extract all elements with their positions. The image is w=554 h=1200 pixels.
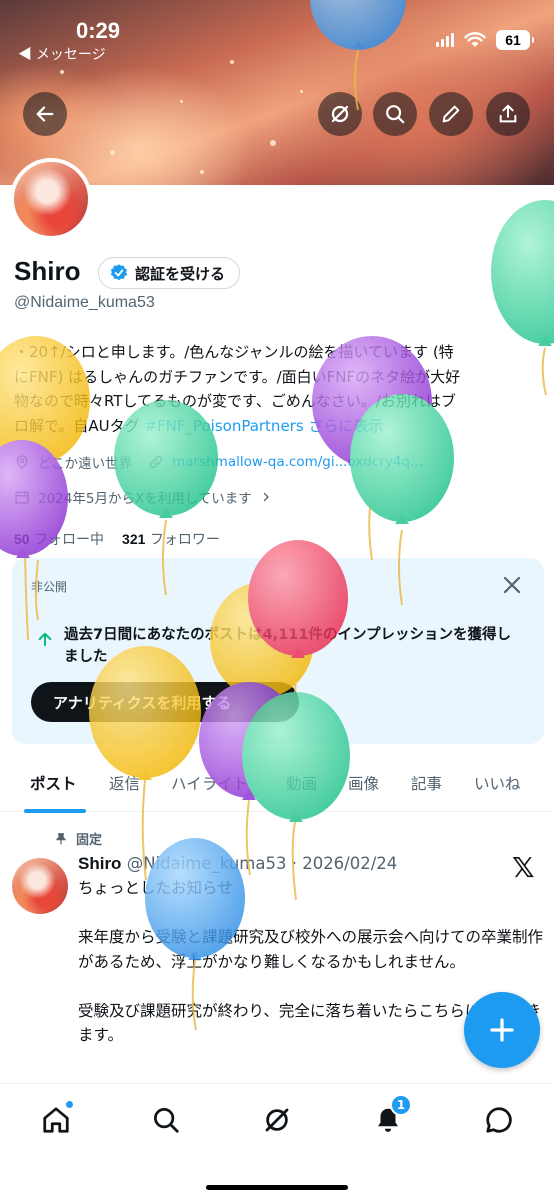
profile-website-link[interactable]: marshmallow-qa.com/gi...oxdcry4q... (172, 454, 423, 470)
verified-icon (110, 264, 128, 281)
tab-highlights[interactable]: ハイライト (171, 772, 248, 794)
bio-line: 物なので時々RTしてるものが変です、ごめんなさい。/お別れはブ (14, 392, 456, 410)
profile-tabs: ポスト 返信 ハイライト 動画 画像 記事 いいね (0, 758, 554, 813)
post-title: ちょっとしたお知らせ (78, 879, 233, 897)
tab-images[interactable]: 画像 (348, 772, 379, 794)
follow-stats: 50 フォロー中 321 フォロワー (14, 529, 220, 549)
post-handle-date: @Nidaime_kuma53 · 2026/02/24 (126, 854, 398, 873)
cellular-signal-icon (436, 33, 454, 47)
search-button[interactable] (373, 92, 417, 136)
status-time: 0:29 (76, 18, 121, 43)
home-icon (43, 1107, 69, 1133)
following-count: 50 (14, 531, 30, 547)
profile-meta-row: どこか遠い世界 marshmallow-qa.com/gi...oxdcry4q… (14, 452, 423, 472)
share-button[interactable] (486, 92, 530, 136)
post-author-avatar[interactable] (12, 858, 68, 914)
bio-hashtag-link[interactable]: #FNF_PoisonPartners (144, 417, 303, 435)
get-verified-button[interactable]: 認証を受ける (98, 257, 241, 289)
nav-home[interactable] (36, 1100, 76, 1140)
bio-line: にFNF) はるしゃんのガチファンです。/面白いFNFのネタ絵が大好 (14, 367, 461, 386)
bio-line: ・20↑/シロと申します。/色んなジャンルの絵を描いています (特 (14, 343, 454, 361)
tab-likes[interactable]: いいね (474, 772, 521, 794)
location-icon (16, 455, 28, 470)
tab-videos[interactable]: 動画 (286, 772, 317, 794)
balloon (491, 200, 554, 344)
profile-joined-date: 2024年5月からXを利用しています (38, 491, 252, 507)
profile-location: どこか遠い世界 (38, 456, 133, 472)
back-arrow-icon (36, 106, 54, 122)
profile-bio: ・20↑/シロと申します。/色んなジャンルの絵を描いています (特 にFNF) … (14, 340, 544, 438)
search-icon (386, 105, 405, 124)
back-to-app-link[interactable]: ◀ メッセージ (18, 44, 106, 64)
post-paragraph: 来年度から受験と課題研究及び校外への展示会へ向けての卒業制作があるため、浮上がか… (78, 928, 544, 971)
nav-search[interactable] (146, 1100, 186, 1140)
pinned-label: 固定 (76, 833, 103, 848)
battery-indicator: 61 (496, 30, 534, 50)
active-tab-indicator (24, 809, 86, 813)
pinned-label-row: 固定 (54, 829, 102, 848)
use-analytics-button[interactable]: アナリティクスを利用する (31, 682, 299, 722)
chevron-right-icon (263, 492, 269, 502)
show-more-link[interactable]: さらに表示 (308, 417, 383, 435)
close-icon[interactable] (500, 573, 524, 597)
edit-icon (442, 105, 460, 123)
calendar-icon (15, 491, 29, 504)
compose-post-button[interactable] (464, 992, 540, 1068)
plus-icon (490, 1018, 514, 1042)
tab-articles[interactable]: 記事 (411, 772, 442, 794)
search-icon (154, 1108, 179, 1133)
nav-messages[interactable] (479, 1100, 519, 1140)
analytics-card: 非公開 過去7日間にあなたのポストは4,111件のインプレッションを獲得しました… (12, 558, 544, 744)
impressions-message: 過去7日間にあなたのポストは4,111件のインプレッションを獲得しました (64, 627, 512, 665)
followers-link[interactable]: 321 フォロワー (122, 529, 220, 549)
bio-line: ロ解で。自AUタグ (14, 416, 145, 435)
home-unread-dot (65, 1100, 74, 1109)
chat-icon (486, 1107, 512, 1133)
link-icon (149, 455, 163, 469)
post-author-name[interactable]: Shiro (78, 854, 121, 873)
private-label: 非公開 (31, 580, 68, 594)
grok-button[interactable] (318, 92, 362, 136)
pin-icon (56, 832, 66, 844)
grok-icon (331, 105, 349, 123)
nav-grok[interactable] (257, 1100, 297, 1140)
post-header: Shiro @Nidaime_kuma53 · 2026/02/24 (78, 854, 397, 874)
grok-icon (265, 1108, 289, 1132)
display-name: Shiro (14, 256, 81, 286)
status-indicators: 61 (436, 30, 534, 50)
bottom-navigation: 1 (0, 1083, 554, 1200)
tab-posts[interactable]: ポスト (30, 772, 77, 794)
arrow-up-icon (38, 632, 52, 646)
wifi-icon (464, 32, 486, 47)
share-icon (499, 104, 517, 123)
home-indicator (206, 1185, 348, 1190)
edit-profile-button[interactable] (429, 92, 473, 136)
following-link[interactable]: 50 フォロー中 (14, 529, 104, 549)
tab-replies[interactable]: 返信 (109, 772, 140, 794)
following-label: フォロー中 (34, 532, 105, 548)
followers-count: 321 (122, 531, 146, 547)
nav-notifications[interactable]: 1 (368, 1094, 412, 1140)
profile-avatar[interactable] (10, 158, 92, 240)
get-verified-label: 認証を受ける (135, 265, 226, 283)
back-button[interactable] (23, 92, 67, 136)
notification-badge: 1 (390, 1094, 412, 1116)
profile-joined-row[interactable]: 2024年5月からXを利用しています (14, 487, 272, 507)
followers-label: フォロワー (149, 532, 220, 548)
profile-handle: @Nidaime_kuma53 (14, 294, 155, 311)
